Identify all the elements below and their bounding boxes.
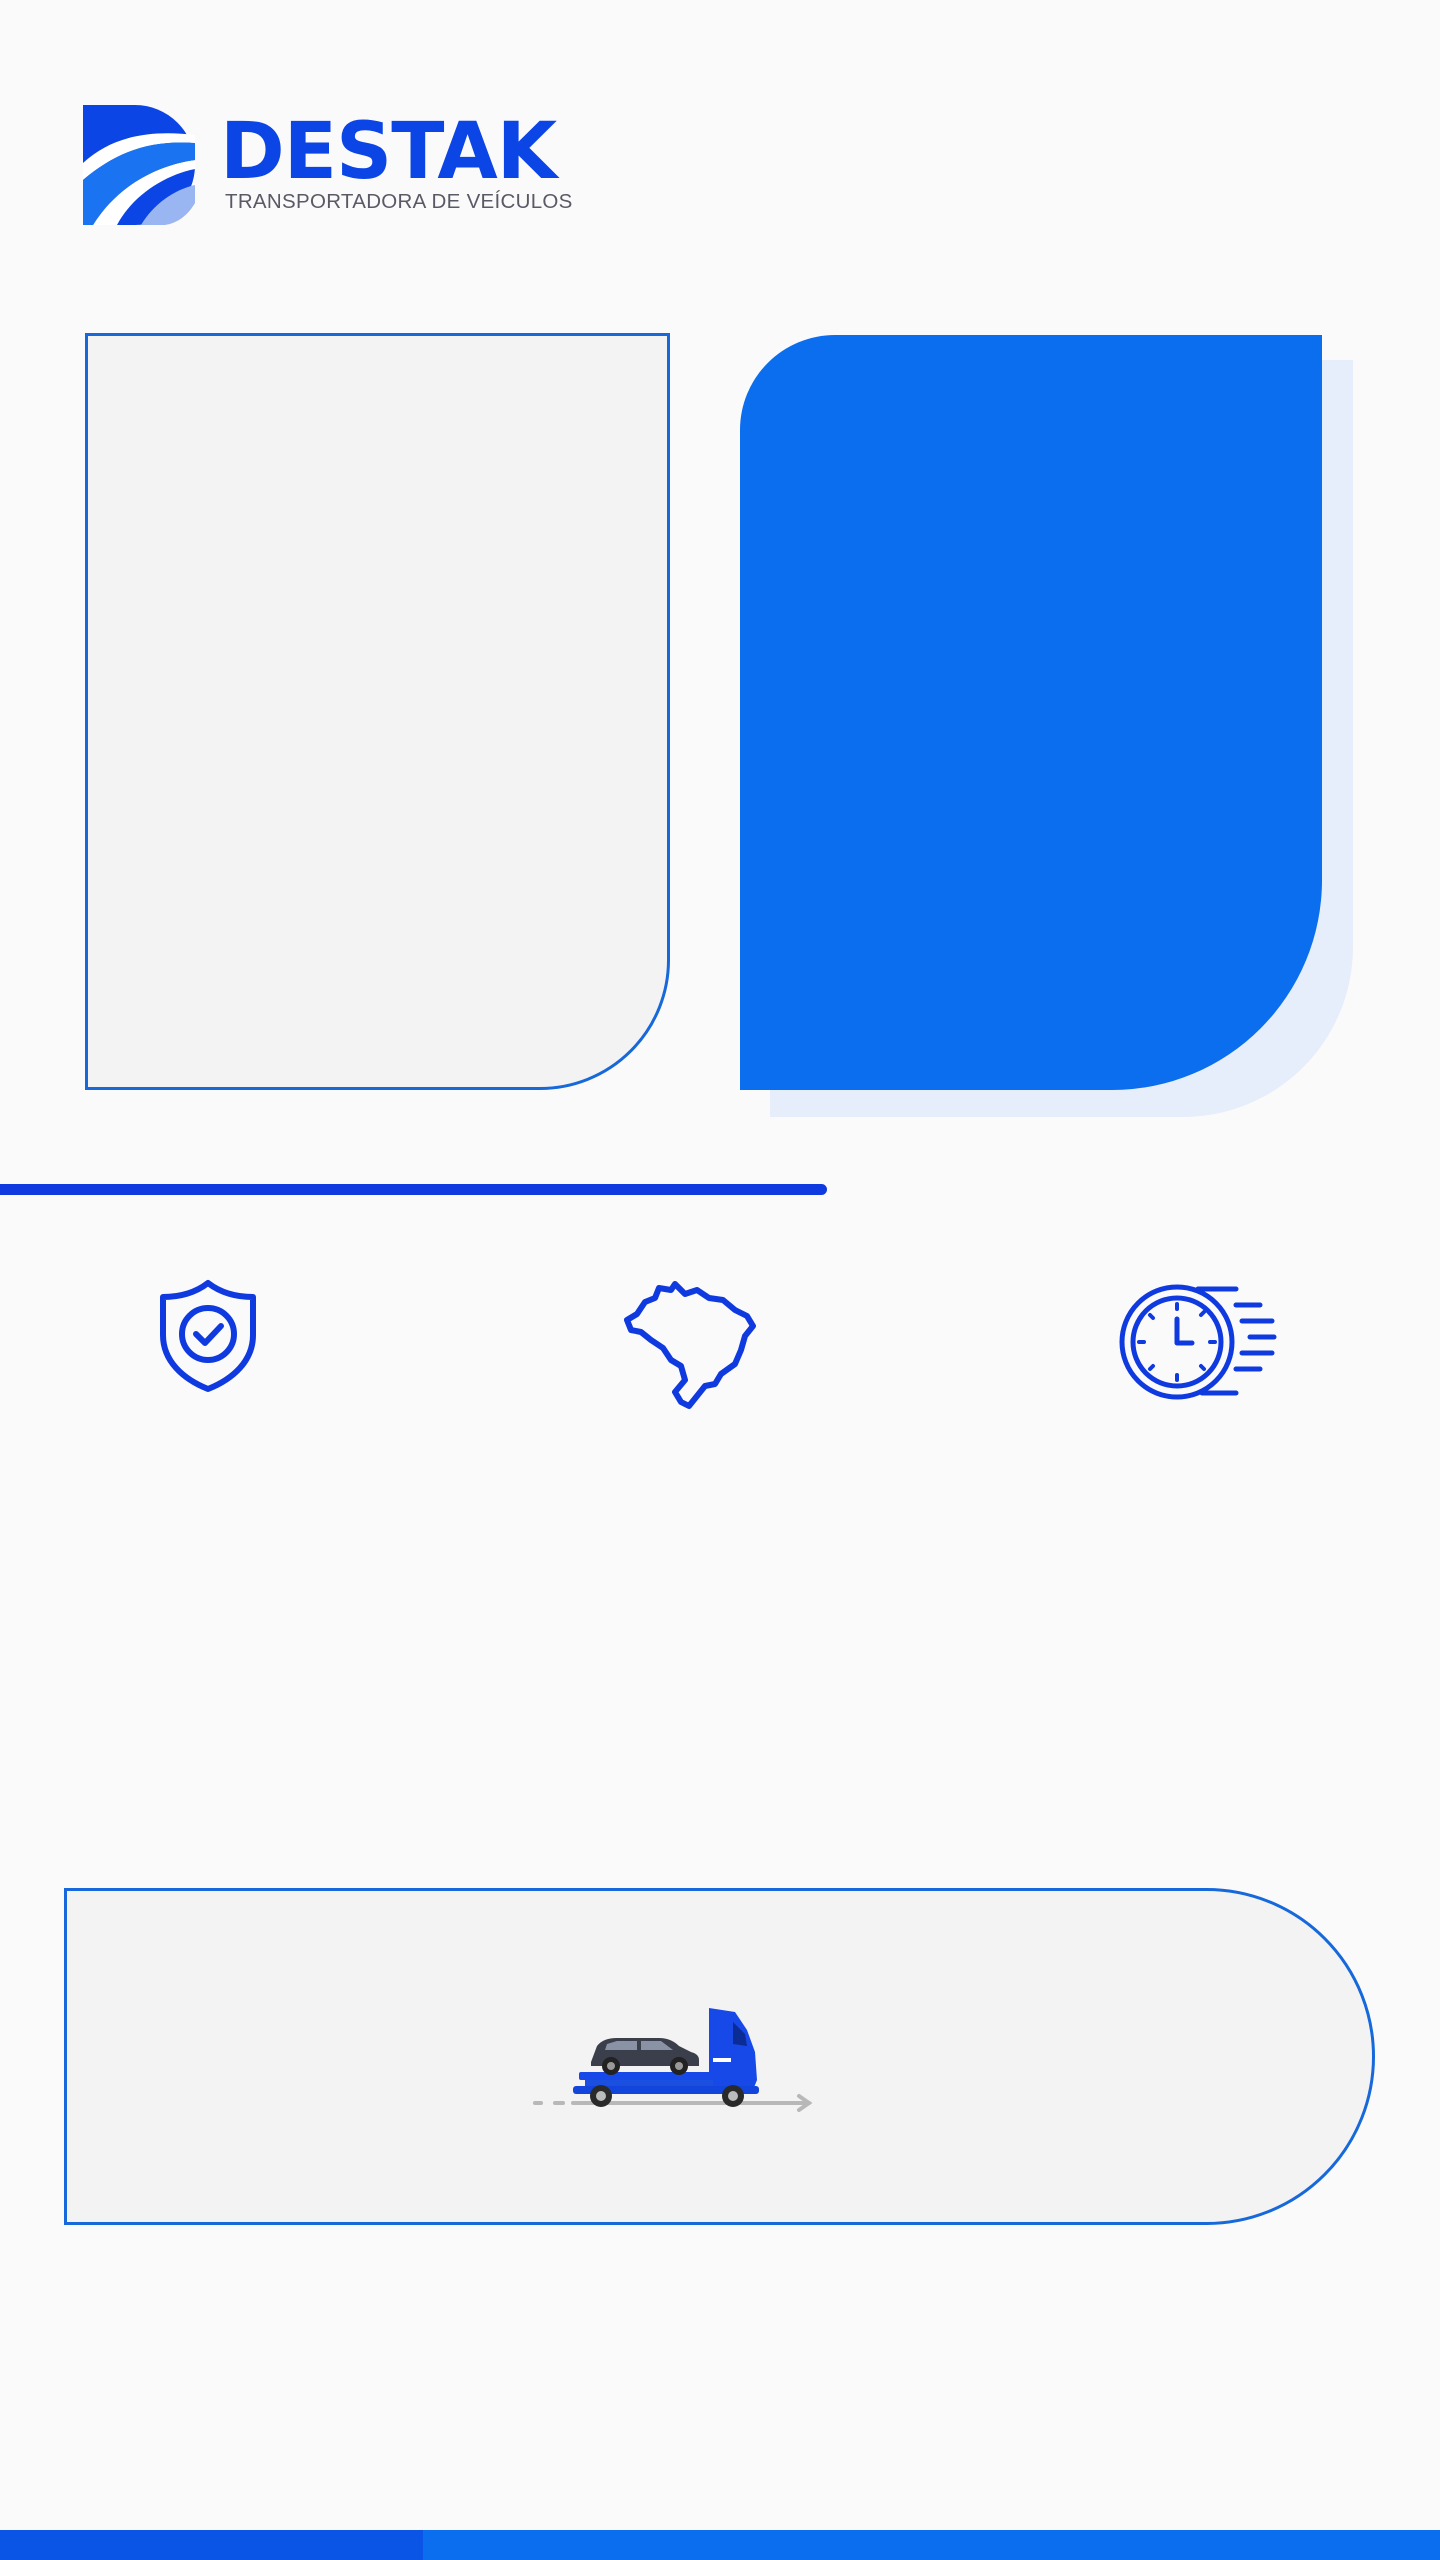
brazil-map-icon: [624, 1281, 756, 1409]
brand-name: DESTAK: [220, 107, 557, 197]
section-divider: [0, 1184, 827, 1195]
shield-check-icon: [160, 1280, 256, 1392]
footer-strip: [0, 2530, 1440, 2560]
footer-strip-accent: [0, 2530, 423, 2560]
road-swoosh-icon: [83, 105, 195, 225]
fast-clock-icon: [1119, 1284, 1277, 1400]
car-carrier-truck-icon: [533, 2008, 813, 2112]
content-card-right: [740, 335, 1322, 1090]
brand-logo: DESTAK TRANSPORTADORA DE VEÍCULOS: [83, 105, 572, 227]
brand-tagline: TRANSPORTADORA DE VEÍCULOS: [225, 190, 573, 213]
content-card-left: [85, 333, 670, 1090]
